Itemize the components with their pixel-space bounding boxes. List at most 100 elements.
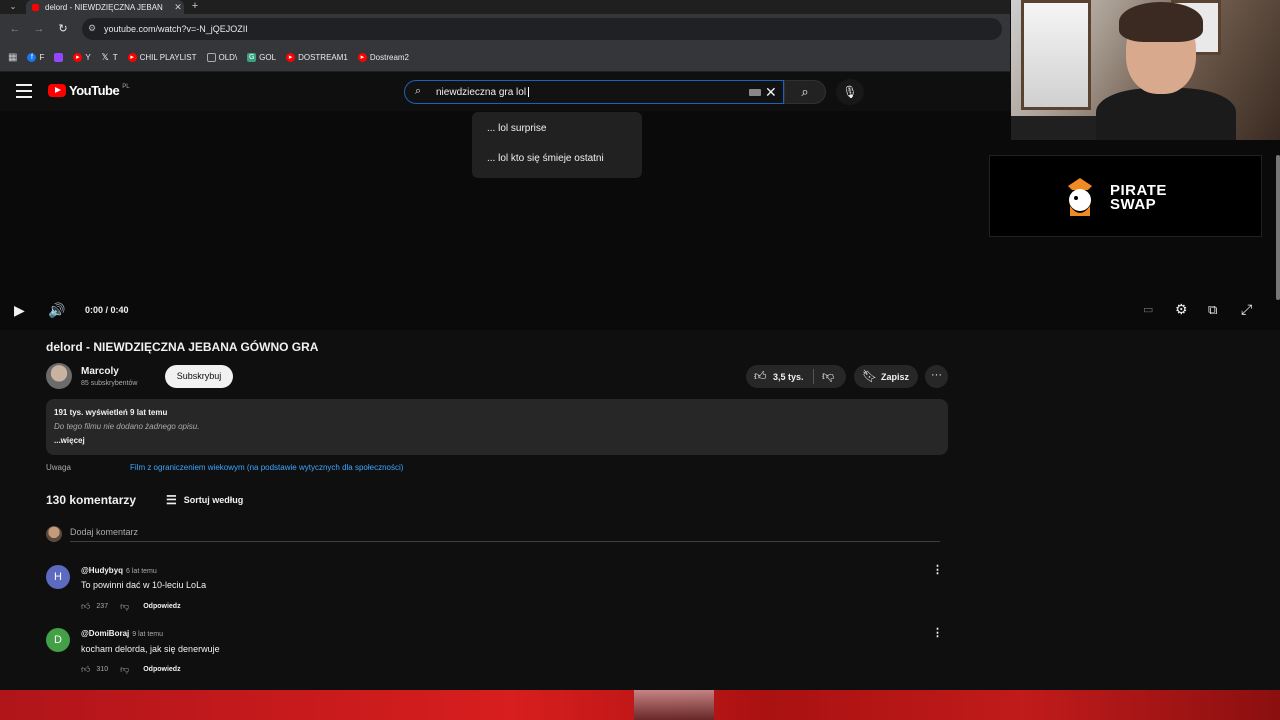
settings-gear-icon[interactable]: ⚙ [1175,301,1188,318]
youtube-icon: ▸ [127,53,137,62]
fullscreen-icon[interactable]: ⤢ [1241,301,1252,318]
search-icon: ⌕ [415,85,422,97]
comment-actions: 👍︎ 310 👎︎ Odpowiedz [81,664,181,675]
comment-menu-icon[interactable]: ⋮ [932,626,943,639]
new-tab-button[interactable]: + [189,0,201,14]
url-text: youtube.com/watch?v=-N_jQEJOZII [104,24,248,34]
more-actions-icon[interactable]: ··· [925,365,948,388]
comment-handle[interactable]: @DomiBoraj [81,629,129,638]
facebook-icon: f [27,53,37,62]
bookmark-dostream2[interactable]: ▸ Dostream2 [357,53,409,62]
play-icon[interactable]: ▶ [14,302,25,319]
notice-label: Uwaga [46,463,71,472]
reload-icon[interactable]: ↻ [56,22,70,36]
sort-icon: ☰ [166,493,177,507]
save-label: Zapisz [881,372,910,382]
bookmark-youtube[interactable]: ▸ Y [73,53,91,62]
sort-button[interactable]: ☰ Sortuj według [166,493,243,507]
bookmark-chil-playlist[interactable]: ▸ CHIL PLAYLIST [127,53,197,62]
like-icon[interactable]: 👍︎ [81,601,90,612]
youtube-favicon-icon [32,3,39,11]
browser-tab-strip: ⌄ delord - NIEWDZIĘCZNA JEBAN ✕ + [0,0,1010,14]
subscriber-count: 85 subskrybentów [81,380,138,387]
suggestion-item[interactable]: ... lol kto się śmieje ostatni [487,153,604,164]
like-icon[interactable]: 👍︎ [81,664,90,675]
like-dislike-group: 👍︎ 3,5 tys. 👎︎ [746,365,846,388]
like-count[interactable]: 3,5 tys. [773,372,804,382]
search-input[interactable]: ⌕ niewdzieczna gra lol ✕ [404,80,784,104]
youtube-icon: ▸ [357,53,367,62]
channel-name[interactable]: Marcoly [81,366,119,377]
input-underline [70,541,940,542]
site-info-icon[interactable]: ⚙ [88,23,99,34]
gol-icon: G [247,53,257,62]
dislike-icon[interactable]: 👎︎ [120,601,129,612]
search-suggestions: ... lol surprise ... lol kto się śmieje … [472,112,642,178]
dislike-icon[interactable]: 👎︎ [120,664,129,675]
forward-icon[interactable]: → [32,22,46,36]
bookmark-gol[interactable]: G GOL [247,53,276,62]
comment-like-count: 310 [96,666,109,673]
tab-search-icon[interactable]: ⌄ [6,1,20,13]
save-button[interactable]: 🔖︎ Zapisz [854,365,918,388]
twitch-icon [54,53,64,62]
video-title: delord - NIEWDZIĘCZNA JEBANA GÓWNO GRA [46,340,319,354]
comment-count: 130 komentarzy [46,493,137,507]
folder-icon [206,53,216,62]
reply-button[interactable]: Odpowiedz [143,666,180,673]
divider [813,369,814,384]
like-icon[interactable]: 👍︎ [754,369,767,384]
suggestion-item[interactable]: ... lol surprise [487,123,546,134]
window-frame [1021,0,1091,110]
user-avatar [46,526,62,542]
keyboard-icon[interactable] [749,89,761,96]
menu-icon[interactable] [16,84,32,98]
webcam-overlay [1011,0,1280,140]
address-bar[interactable]: ⚙ youtube.com/watch?v=-N_jQEJOZII [82,18,1002,40]
miniplayer-icon[interactable]: ⧉ [1208,302,1217,318]
bookmark-x[interactable]: 𝕏T [101,53,118,63]
comment-handle[interactable]: @Hudybyq [81,566,123,575]
page-scrollbar[interactable] [1276,155,1280,300]
age-restriction-link[interactable]: Film z ograniczeniem wiekowym (na podsta… [130,463,403,472]
description-text: Do tego filmu nie dodano żadnego opisu. [54,422,200,431]
subscribe-button[interactable]: Subskrybuj [165,365,233,388]
bookmark-facebook[interactable]: fF [27,53,44,62]
comment-text: kocham delorda, jak się denerwuje [81,644,220,654]
bookmark-old-folder[interactable]: OLD\ [206,53,237,62]
channel-avatar[interactable] [46,363,72,389]
comment-actions: 👍︎ 237 👎︎ Odpowiedz [81,601,181,612]
bookmark-twitch[interactable] [54,53,64,62]
tab-title: delord - NIEWDZIĘCZNA JEBAN [45,2,163,12]
country-code: PL [122,83,130,90]
commenter-avatar[interactable]: H [46,565,70,589]
search-button[interactable]: ⌕ [784,80,826,104]
search-query-text: niewdzieczna gra lol [436,87,527,98]
sort-label: Sortuj według [183,495,244,505]
sponsor-line2: SWAP [1110,196,1157,213]
youtube-icon: ▸ [286,53,296,62]
browser-tab[interactable]: delord - NIEWDZIĘCZNA JEBAN ✕ [26,0,184,14]
add-comment-input[interactable]: Dodaj komentarz [70,527,138,537]
bookmark-dostream1[interactable]: ▸ DOSTREAM1 [286,53,348,62]
commenter-avatar[interactable]: D [46,628,70,652]
views-and-date: 191 tys. wyświetleń 9 lat temu [54,408,168,417]
reply-button[interactable]: Odpowiedz [143,603,180,610]
youtube-icon: ▸ [73,53,83,62]
apps-grid-icon[interactable]: ▦ [8,52,17,63]
volume-icon[interactable]: 🔊 [48,302,65,319]
comment-like-count: 237 [96,603,109,610]
back-icon[interactable]: ← [8,22,22,36]
voice-search-icon[interactable]: 🎙 [836,79,864,105]
clear-search-icon[interactable]: ✕ [765,84,777,101]
logo-text: YouTube [69,83,120,98]
comment-header: @Hudybyq 6 lat temu [81,566,157,575]
description-box[interactable]: 191 tys. wyświetleń 9 lat temu Do tego f… [46,399,948,455]
dislike-icon[interactable]: 👎︎ [822,369,834,384]
close-tab-icon[interactable]: ✕ [172,2,184,13]
show-more-link[interactable]: ...więcej [54,436,85,445]
comment-menu-icon[interactable]: ⋮ [932,563,943,576]
youtube-logo[interactable]: YouTube PL [48,83,130,98]
subtitles-icon[interactable]: ▭ [1143,303,1153,316]
stream-overlay-bar [0,690,1280,720]
